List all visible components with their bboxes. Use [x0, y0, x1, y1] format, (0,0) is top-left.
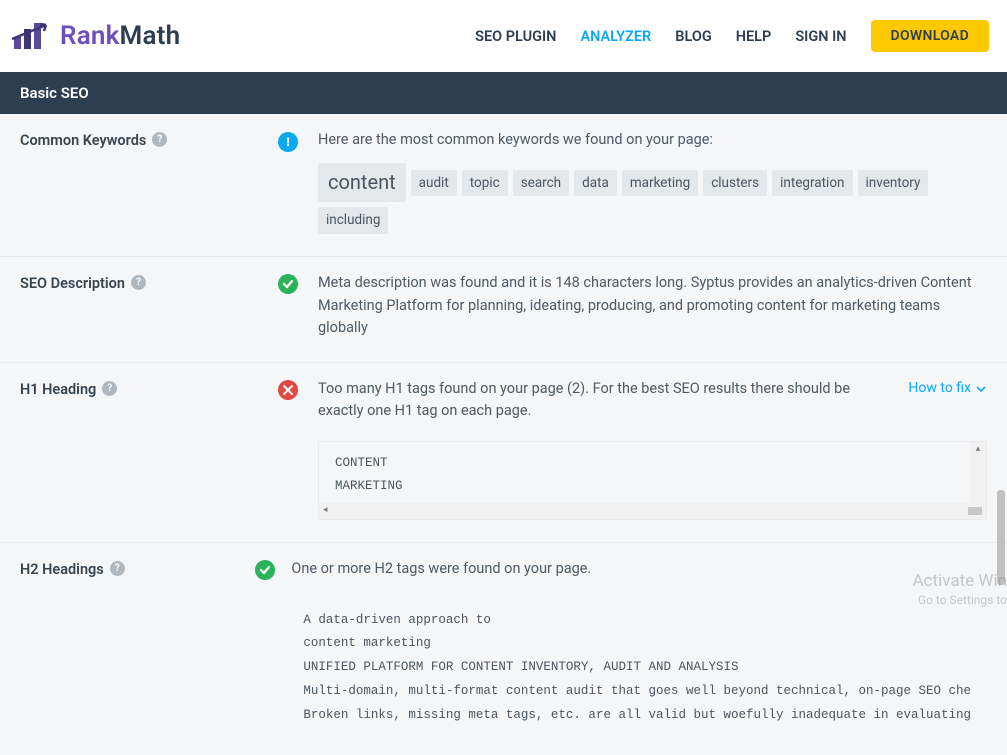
help-icon[interactable]: ? — [110, 561, 125, 576]
status-col: ! — [278, 129, 318, 234]
nav-analyzer[interactable]: ANALYZER — [580, 28, 651, 45]
nav-blog[interactable]: BLOG — [675, 28, 711, 45]
top-nav: SEO PLUGIN ANALYZER BLOG HELP SIGN IN DO… — [475, 20, 989, 52]
status-col — [255, 558, 291, 733]
status-pass-icon — [278, 274, 298, 294]
nav-sign-in[interactable]: SIGN IN — [795, 28, 846, 45]
chevron-down-icon — [975, 383, 987, 395]
keywords-list: content audit topic search data marketin… — [318, 163, 987, 234]
help-icon[interactable]: ? — [102, 381, 117, 396]
status-fail-icon — [278, 380, 298, 400]
logo-mark-icon — [10, 19, 52, 53]
nav-help[interactable]: HELP — [736, 28, 772, 45]
nav-seo-plugin[interactable]: SEO PLUGIN — [475, 28, 556, 45]
h1-code-box[interactable]: CONTENT MARKETING ▴ ▾ ◂ ▸ — [318, 441, 987, 521]
code-horizontal-scrollbar[interactable]: ◂ ▸ — [319, 503, 980, 519]
brand-logo[interactable]: RankMath — [10, 19, 180, 53]
row-body: One or more H2 tags were found on your p… — [291, 558, 987, 733]
download-button[interactable]: DOWNLOAD — [871, 20, 989, 52]
row-label: H1 Heading ? — [20, 378, 278, 520]
status-col — [278, 378, 318, 520]
keyword-tag: inventory — [858, 170, 929, 197]
row-h1-heading: H1 Heading ? Too many H1 tags found on y… — [0, 363, 1007, 543]
keyword-tag: integration — [772, 170, 852, 197]
keyword-tag: search — [513, 170, 569, 197]
row-label: H2 Headings ? — [20, 558, 255, 733]
row-body: Meta description was found and it is 148… — [318, 272, 987, 339]
scroll-left-icon[interactable]: ◂ — [319, 504, 332, 518]
scroll-thumb[interactable] — [968, 507, 982, 515]
section-header: Basic SEO — [0, 72, 1007, 114]
row-seo-description: SEO Description ? Meta description was f… — [0, 257, 1007, 362]
row-common-keywords: Common Keywords ? ! Here are the most co… — [0, 114, 1007, 257]
keyword-tag: including — [318, 207, 388, 234]
keyword-tag: marketing — [622, 170, 698, 197]
status-col — [278, 272, 318, 339]
main-header: RankMath SEO PLUGIN ANALYZER BLOG HELP S… — [0, 0, 1007, 72]
row-h2-headings: H2 Headings ? One or more H2 tags were f… — [0, 543, 1007, 755]
how-to-fix-link[interactable]: How to fix — [908, 378, 987, 400]
keyword-tag: audit — [411, 170, 457, 197]
brand-text: RankMath — [60, 21, 180, 51]
row-body: Too many H1 tags found on your page (2).… — [318, 378, 987, 520]
keyword-tag: content — [318, 163, 406, 202]
keyword-tag: clusters — [703, 170, 767, 197]
help-icon[interactable]: ? — [131, 275, 146, 290]
row-label: SEO Description ? — [20, 272, 278, 339]
help-icon[interactable]: ? — [152, 132, 167, 147]
row-body: Here are the most common keywords we fou… — [318, 129, 987, 234]
h2-code-box[interactable]: A data-driven approach to content market… — [291, 599, 987, 734]
keyword-tag: topic — [462, 170, 508, 197]
status-info-icon: ! — [278, 132, 298, 152]
scroll-up-icon[interactable]: ▴ — [970, 442, 986, 458]
status-pass-icon — [255, 560, 275, 580]
row-label: Common Keywords ? — [20, 129, 278, 234]
page-scrollbar-thumb[interactable] — [997, 490, 1005, 585]
keyword-tag: data — [574, 170, 617, 197]
